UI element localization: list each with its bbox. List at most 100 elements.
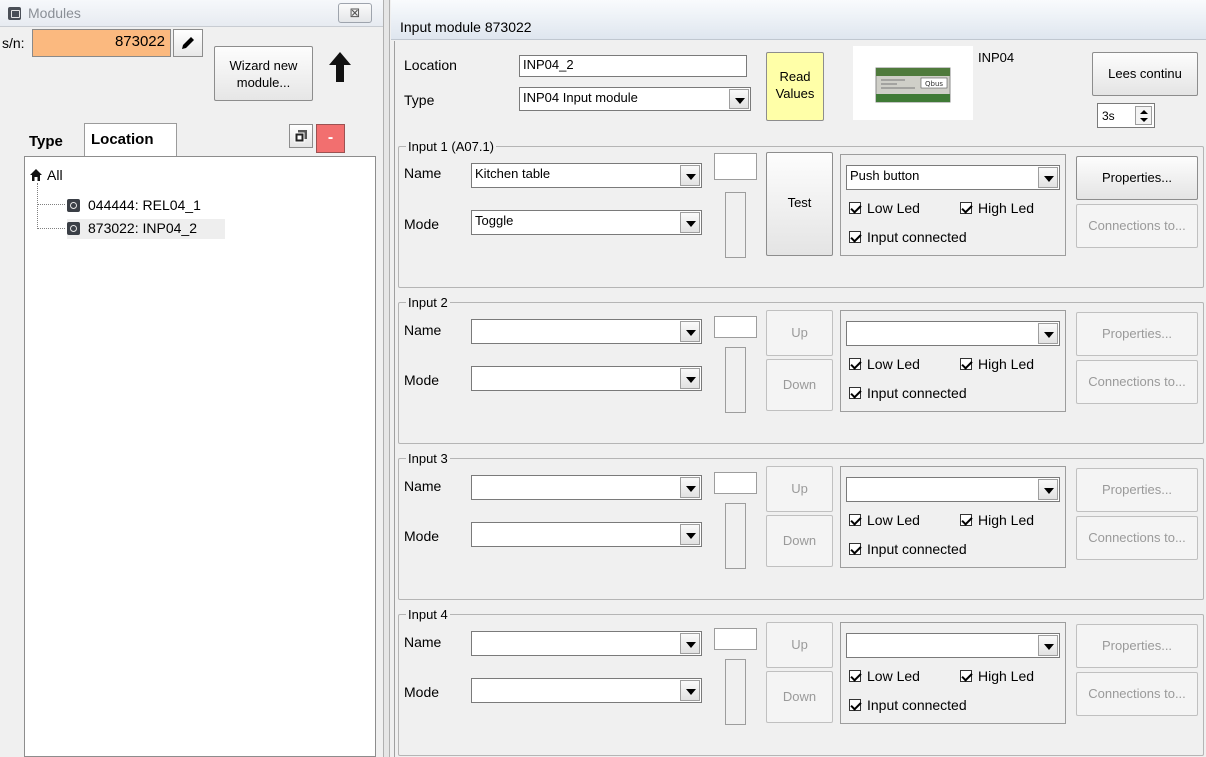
input-name-select[interactable] [471, 319, 702, 344]
connections-to-button[interactable]: Connections to... [1076, 204, 1198, 248]
dropdown-arrow-icon[interactable] [680, 165, 700, 186]
input-mode-label: Mode [404, 216, 440, 232]
tree-item-label: 044444: REL04_1 [88, 197, 201, 213]
wizard-new-module-button[interactable]: Wizard new module... [214, 46, 313, 101]
checkbox-checked-icon [849, 670, 861, 682]
low-led-checkbox[interactable]: Low Led [849, 668, 920, 684]
upload-arrow-icon[interactable] [327, 50, 353, 84]
input-connected-label: Input connected [867, 385, 967, 401]
input-name-select[interactable] [471, 475, 702, 500]
module-device-image: Qbus [875, 67, 951, 103]
tree-item[interactable]: 044444: REL04_1 [67, 196, 257, 216]
edit-serial-button[interactable] [173, 29, 203, 57]
input-type-select-front[interactable]: Push button [846, 165, 1060, 190]
high-led-label: High Led [978, 512, 1035, 528]
dropdown-arrow-icon[interactable] [680, 368, 700, 389]
input-name-label: Name [404, 322, 442, 338]
dropdown-arrow-icon[interactable] [680, 321, 700, 342]
up-button[interactable]: Up [766, 622, 833, 668]
high-led-checkbox[interactable]: High Led [960, 356, 1034, 372]
dropdown-arrow-icon[interactable] [1038, 479, 1058, 500]
pencil-icon [182, 37, 194, 49]
test-button[interactable]: Test [766, 152, 833, 256]
down-button[interactable]: Down [766, 359, 833, 411]
up-button[interactable]: Up [766, 466, 833, 512]
module-type-value: INP04 Input module [523, 90, 638, 105]
input-type-select[interactable] [846, 633, 1060, 658]
input-module-title: Input module 873022 [400, 19, 532, 35]
properties-button[interactable]: Properties... [1076, 156, 1198, 200]
input-connected-checkbox[interactable]: Input connected [849, 697, 967, 713]
input-mode-select[interactable] [471, 522, 702, 547]
properties-button[interactable]: Properties... [1076, 312, 1198, 356]
tab-type[interactable]: Type [29, 127, 81, 155]
low-led-checkbox[interactable]: Low Led [849, 356, 920, 372]
read-continuous-button[interactable]: Lees continu [1092, 52, 1198, 96]
input-type-value: Push button [850, 168, 920, 183]
low-led-label: Low Led [867, 668, 920, 684]
high-led-checkbox[interactable]: High Led [960, 668, 1034, 684]
location-label: Location [404, 57, 457, 73]
dropdown-arrow-icon[interactable] [1038, 635, 1058, 656]
dropdown-arrow-icon[interactable] [680, 524, 700, 545]
tree-item-selected[interactable]: 873022: INP04_2 [67, 219, 225, 239]
dropdown-arrow-icon[interactable] [729, 89, 749, 109]
input-mode-select[interactable] [471, 678, 702, 703]
module-icon [67, 199, 80, 212]
tree-connector [37, 228, 65, 229]
panel-splitter[interactable] [383, 0, 390, 757]
tree-root-all[interactable]: All [47, 167, 63, 183]
serial-number-input[interactable]: 873022 [32, 29, 171, 57]
modules-icon [8, 7, 21, 20]
input-mode-select[interactable]: Toggle [471, 210, 702, 235]
up-button[interactable]: Up [766, 310, 833, 356]
input-state-box [714, 472, 757, 494]
modules-panel-title: Modules [28, 5, 81, 21]
properties-button[interactable]: Properties... [1076, 468, 1198, 512]
input-type-select[interactable] [846, 477, 1060, 502]
low-led-checkbox[interactable]: Low Led [849, 512, 920, 528]
module-brand-text: Qbus [925, 80, 943, 88]
remove-icon[interactable]: - [316, 124, 345, 153]
spinner-icon[interactable] [1135, 106, 1152, 125]
input-name-select[interactable] [471, 631, 702, 656]
input-type-select[interactable] [846, 321, 1060, 346]
input-connected-checkbox[interactable]: Input connected [849, 541, 967, 557]
input-group-title: Input 3 [406, 451, 450, 466]
copy-button[interactable] [289, 124, 313, 148]
dropdown-arrow-icon[interactable] [680, 633, 700, 654]
properties-button[interactable]: Properties... [1076, 624, 1198, 668]
close-icon[interactable]: ⊠ [338, 3, 372, 23]
input-name-label: Name [404, 165, 442, 181]
dropdown-arrow-icon[interactable] [1038, 167, 1058, 188]
high-led-label: High Led [978, 356, 1035, 372]
dropdown-arrow-icon[interactable] [1038, 323, 1058, 344]
down-button[interactable]: Down [766, 515, 833, 567]
dropdown-arrow-icon[interactable] [680, 212, 700, 233]
input-group-title: Input 4 [406, 607, 450, 622]
checkbox-checked-icon [849, 543, 861, 555]
tab-location[interactable]: Location [84, 123, 177, 157]
read-values-button[interactable]: Read Values [766, 52, 824, 121]
low-led-checkbox[interactable]: Low Led [849, 200, 920, 216]
high-led-checkbox[interactable]: High Led [960, 512, 1034, 528]
tree-connector [37, 204, 65, 205]
input-name-label: Name [404, 478, 442, 494]
input-name-select[interactable]: Kitchen table [471, 163, 702, 188]
input-mode-select[interactable] [471, 366, 702, 391]
high-led-checkbox[interactable]: High Led [960, 200, 1034, 216]
interval-value: 3s [1102, 109, 1115, 123]
connections-to-button[interactable]: Connections to... [1076, 516, 1198, 560]
wizard-button-line2: module... [236, 75, 291, 90]
connections-to-button[interactable]: Connections to... [1076, 672, 1198, 716]
input-connected-checkbox[interactable]: Input connected [849, 385, 967, 401]
location-input[interactable]: INP04_2 [519, 55, 747, 77]
interval-spinner[interactable]: 3s [1097, 103, 1155, 128]
serial-number-label: s/n: [2, 35, 25, 51]
connections-to-button[interactable]: Connections to... [1076, 360, 1198, 404]
down-button[interactable]: Down [766, 671, 833, 723]
module-type-select[interactable]: INP04 Input module [519, 87, 751, 111]
dropdown-arrow-icon[interactable] [680, 680, 700, 701]
input-connected-checkbox[interactable]: Input connected [849, 229, 967, 245]
dropdown-arrow-icon[interactable] [680, 477, 700, 498]
